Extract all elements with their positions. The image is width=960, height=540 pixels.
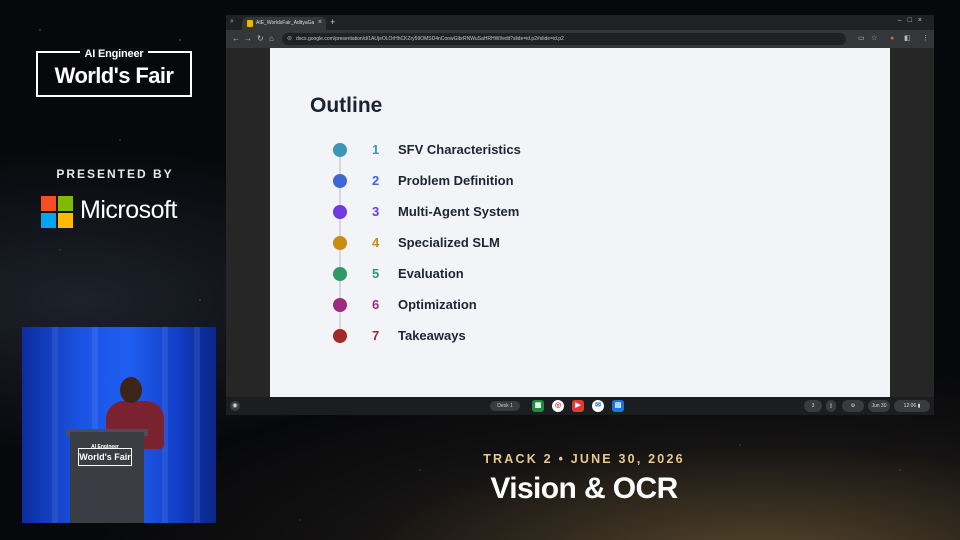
launcher-icon[interactable]: ◉ bbox=[230, 401, 240, 411]
slide-title: Outline bbox=[310, 94, 383, 117]
desk-switcher[interactable]: Desk 1 bbox=[490, 401, 520, 411]
back-icon[interactable]: ← bbox=[232, 34, 240, 44]
item-label: Optimization bbox=[398, 297, 477, 312]
tab-slides[interactable]: AIE_WorldsFair_AdityaGautam × bbox=[242, 17, 326, 30]
window-controls[interactable]: –□× bbox=[898, 17, 928, 24]
files-app-icon[interactable]: ▤ bbox=[612, 400, 624, 412]
forward-icon[interactable]: → bbox=[244, 34, 252, 44]
reload-icon[interactable]: ↻ bbox=[257, 34, 264, 44]
microsoft-logo-icon bbox=[41, 196, 73, 228]
overview-button[interactable]: 3 bbox=[804, 400, 822, 412]
os-shelf: ◉ Desk 1 ▦ ◎ ▶ ✉ ▤ 3 ▯ ⚙ Jun 30 12:06 ▮ bbox=[226, 397, 934, 415]
extension-icon[interactable]: ● bbox=[890, 33, 894, 45]
item-number: 3 bbox=[372, 204, 380, 219]
messages-app-icon[interactable]: ✉ bbox=[592, 400, 604, 412]
item-label: Specialized SLM bbox=[398, 235, 500, 250]
timeline-dot bbox=[333, 205, 347, 219]
event-logo-main: World's Fair bbox=[54, 63, 174, 88]
sponsor-name: Microsoft bbox=[80, 196, 177, 224]
slides-favicon-icon bbox=[247, 20, 253, 27]
new-tab-button[interactable]: + bbox=[330, 17, 335, 28]
timeline-dot bbox=[333, 236, 347, 250]
session-title: Vision & OCR bbox=[490, 472, 678, 505]
item-number: 1 bbox=[372, 142, 380, 157]
tab-title: AIE_WorldsFair_AdityaGautam bbox=[256, 20, 314, 26]
date-display[interactable]: Jun 30 bbox=[868, 400, 890, 412]
item-number: 2 bbox=[372, 173, 380, 188]
item-label: Evaluation bbox=[398, 266, 464, 281]
star-icon[interactable]: ☆ bbox=[871, 33, 877, 45]
toolbar: ← → ↻ ⌂ ⊜ docs.google.com/presentation/d… bbox=[226, 30, 934, 48]
podium-logo: AI Engineer World's Fair bbox=[78, 444, 132, 466]
track-label: TRACK 2 • JUNE 30, 2026 bbox=[483, 452, 685, 466]
youtube-app-icon[interactable]: ▶ bbox=[572, 400, 584, 412]
timeline-dot bbox=[333, 174, 347, 188]
presented-by-label: PRESENTED BY bbox=[56, 167, 174, 181]
timeline-dot bbox=[333, 143, 347, 157]
item-label: Takeaways bbox=[398, 328, 466, 343]
settings-tray-icon[interactable]: ⚙ bbox=[842, 400, 864, 412]
files-grid-app-icon[interactable]: ▦ bbox=[532, 400, 544, 412]
page-content: Outline 1 SFV Characteristics 2 Problem … bbox=[226, 48, 934, 397]
tab-search-icon[interactable]: ⌕ bbox=[230, 18, 238, 26]
home-icon[interactable]: ⌂ bbox=[269, 34, 274, 44]
phone-hub-icon[interactable]: ▯ bbox=[826, 400, 836, 412]
item-label: Problem Definition bbox=[398, 173, 514, 188]
profile-icon[interactable]: ◧ bbox=[904, 33, 911, 45]
browser-window: ⌕ AIE_WorldsFair_AdityaGautam × + –□× ← … bbox=[226, 15, 934, 415]
tab-strip: ⌕ AIE_WorldsFair_AdityaGautam × + –□× bbox=[226, 15, 934, 30]
timeline-dot bbox=[333, 267, 347, 281]
site-info-icon[interactable]: ⊜ bbox=[287, 34, 292, 44]
address-bar[interactable]: ⊜ docs.google.com/presentation/d/1AUjeOL… bbox=[282, 33, 846, 45]
clock-time: 12:06 bbox=[903, 403, 917, 409]
item-number: 7 bbox=[372, 328, 380, 343]
overview-count: 3 bbox=[811, 403, 815, 409]
item-number: 4 bbox=[372, 235, 380, 250]
tab-close-icon[interactable]: × bbox=[318, 18, 322, 28]
event-logo-sup: AI Engineer bbox=[79, 48, 149, 60]
item-label: SFV Characteristics bbox=[398, 142, 521, 157]
presenter-video: AI Engineer World's Fair bbox=[22, 327, 216, 523]
cast-icon[interactable]: ▭ bbox=[858, 33, 865, 45]
item-number: 5 bbox=[372, 266, 380, 281]
menu-icon[interactable]: ⋮ bbox=[922, 33, 929, 45]
item-number: 6 bbox=[372, 297, 380, 312]
timeline-dot bbox=[333, 329, 347, 343]
status-area[interactable]: 12:06 ▮ bbox=[894, 400, 930, 412]
slide: Outline 1 SFV Characteristics 2 Problem … bbox=[270, 48, 890, 397]
url-text: docs.google.com/presentation/d/1AUjeOLOr… bbox=[296, 36, 564, 42]
event-logo: AI Engineer World's Fair bbox=[36, 48, 192, 97]
chrome-app-icon[interactable]: ◎ bbox=[552, 400, 564, 412]
item-label: Multi-Agent System bbox=[398, 204, 520, 219]
timeline-dot bbox=[333, 298, 347, 312]
